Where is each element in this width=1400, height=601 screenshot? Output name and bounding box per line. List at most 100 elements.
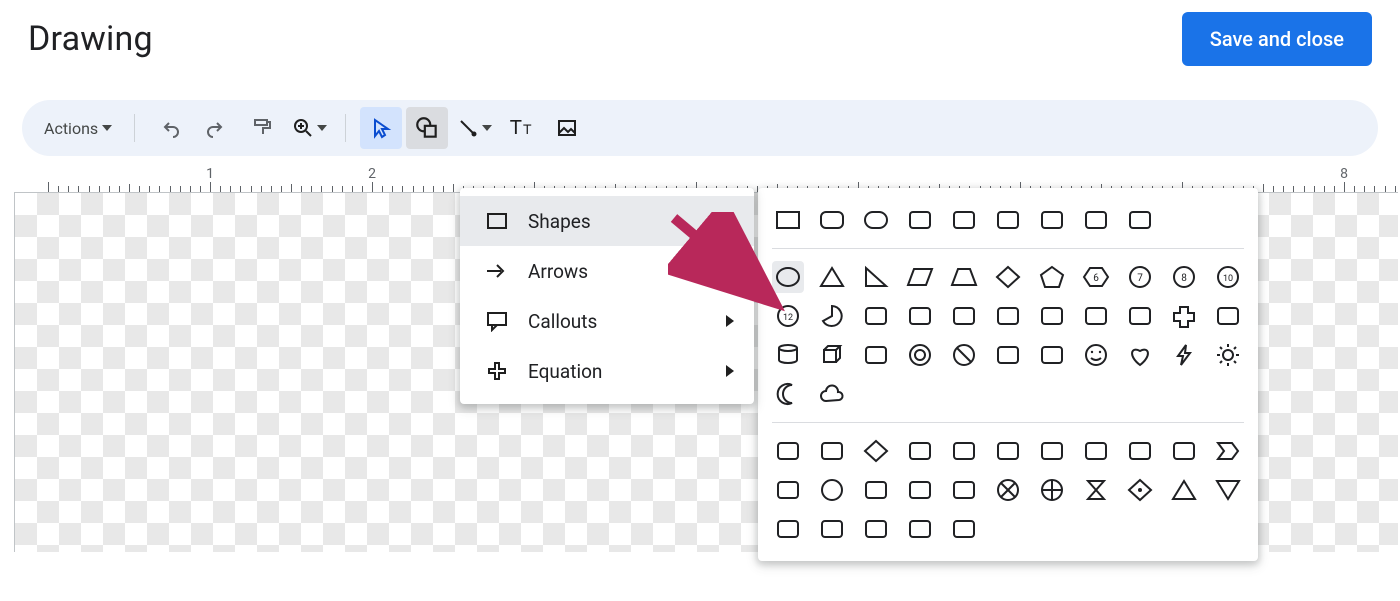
shape-cloud[interactable]: [816, 378, 848, 410]
shape-diamond[interactable]: [992, 261, 1024, 293]
shape-flow-drum[interactable]: [904, 474, 936, 506]
shape-frame[interactable]: [992, 300, 1024, 332]
shape-flow-plus[interactable]: [1036, 474, 1068, 506]
page-title: Drawing: [28, 19, 153, 59]
zoom-button[interactable]: [287, 107, 331, 149]
shape-flow-card[interactable]: [948, 435, 980, 467]
shape-octagon[interactable]: 8: [1168, 261, 1200, 293]
shape-folded-corner[interactable]: [1036, 339, 1068, 371]
shape-moon[interactable]: [772, 378, 804, 410]
shape-flow-q[interactable]: [860, 513, 892, 545]
shape-teardrop[interactable]: [904, 300, 936, 332]
shape-hexagon[interactable]: 6: [1080, 261, 1112, 293]
shape-bevel[interactable]: [860, 339, 892, 371]
shape-lightning[interactable]: [1168, 339, 1200, 371]
shape-slash[interactable]: [1124, 300, 1156, 332]
toolbar: Actions TT: [22, 100, 1378, 156]
shape-flow-wave[interactable]: [948, 474, 980, 506]
shape-flow-badge[interactable]: [860, 474, 892, 506]
save-and-close-button[interactable]: Save and close: [1182, 12, 1372, 66]
select-tool-button[interactable]: [360, 107, 402, 149]
shape-arc[interactable]: [860, 300, 892, 332]
shape-flow-disk[interactable]: [1168, 435, 1200, 467]
shape-rect[interactable]: [772, 204, 804, 236]
shape-pentagon[interactable]: [1036, 261, 1068, 293]
shape-lean[interactable]: [772, 474, 804, 506]
shape-snip-rect2[interactable]: [948, 204, 980, 236]
shape-round-rect3[interactable]: [992, 204, 1024, 236]
shape-tool-button[interactable]: [406, 107, 448, 149]
shape-triangle[interactable]: [816, 261, 848, 293]
shape-plaque[interactable]: [1212, 300, 1244, 332]
shape-dodecagon[interactable]: 12: [772, 300, 804, 332]
shape-parallelogram[interactable]: [904, 261, 936, 293]
redo-button[interactable]: [195, 107, 237, 149]
shape-flow-hourglass[interactable]: [1080, 474, 1112, 506]
shape-category-menu: Shapes Arrows Callouts Equation: [460, 188, 754, 404]
shape-sun[interactable]: [1212, 339, 1244, 371]
shape-leaf[interactable]: [1124, 204, 1156, 236]
shape-cylinder[interactable]: [772, 339, 804, 371]
undo-button[interactable]: [149, 107, 191, 149]
shape-heart[interactable]: [1124, 339, 1156, 371]
shape-teardrop2[interactable]: [948, 300, 980, 332]
shape-round-rect5[interactable]: [1080, 204, 1112, 236]
shape-flow-diamond[interactable]: [860, 435, 892, 467]
image-button[interactable]: [546, 107, 588, 149]
paint-format-button[interactable]: [241, 107, 283, 149]
shape-chevron[interactable]: [1212, 435, 1244, 467]
shape-flow-multi[interactable]: [992, 435, 1024, 467]
shape-flow-cyl[interactable]: [904, 513, 936, 545]
shape-round-rect4[interactable]: [1036, 204, 1068, 236]
svg-text:6: 6: [1093, 273, 1099, 284]
shape-flow-note2[interactable]: [1124, 435, 1156, 467]
shape-flow-rect[interactable]: [772, 435, 804, 467]
shape-flow-tape[interactable]: [1036, 435, 1068, 467]
shape-flow-cross[interactable]: [992, 474, 1024, 506]
caret-down-icon: [317, 125, 327, 131]
shape-flow-dot[interactable]: [1124, 474, 1156, 506]
menu-item-arrows[interactable]: Arrows: [460, 246, 754, 296]
shape-flow-round[interactable]: [816, 435, 848, 467]
menu-item-callouts[interactable]: Callouts: [460, 296, 754, 346]
menu-item-label: Arrows: [528, 260, 708, 283]
shape-snip-rect[interactable]: [904, 204, 936, 236]
shape-trapezoid[interactable]: [948, 261, 980, 293]
shape-flow-ellipse2[interactable]: [948, 513, 980, 545]
shape-l-bracket[interactable]: [1036, 300, 1068, 332]
shape-decagon[interactable]: 10: [1212, 261, 1244, 293]
shape-l-shape[interactable]: [1080, 300, 1112, 332]
shape-round-rect[interactable]: [816, 204, 848, 236]
rect-icon: [484, 210, 510, 232]
separator: [134, 114, 135, 142]
shape-flow-circle[interactable]: [816, 474, 848, 506]
menu-item-label: Equation: [528, 360, 708, 383]
menu-item-label: Shapes: [528, 210, 708, 233]
text-box-button[interactable]: TT: [500, 107, 542, 149]
shape-ellipse[interactable]: [772, 261, 804, 293]
caret-down-icon: [102, 125, 112, 131]
shape-cube[interactable]: [816, 339, 848, 371]
menu-item-shapes[interactable]: Shapes: [460, 196, 754, 246]
shape-flow-tri[interactable]: [1168, 474, 1200, 506]
shape-arc2[interactable]: [992, 339, 1024, 371]
shape-no[interactable]: [948, 339, 980, 371]
actions-menu[interactable]: Actions: [36, 113, 120, 144]
shape-flow-para[interactable]: [904, 435, 936, 467]
menu-item-equation[interactable]: Equation: [460, 346, 754, 396]
shape-donut[interactable]: [904, 339, 936, 371]
shape-pie[interactable]: [816, 300, 848, 332]
shape-smiley[interactable]: [1080, 339, 1112, 371]
svg-text:7: 7: [1137, 273, 1143, 284]
line-tool-button[interactable]: [452, 107, 496, 149]
shape-rt-triangle[interactable]: [860, 261, 892, 293]
shape-flow-tri2[interactable]: [1212, 474, 1244, 506]
shape-flow-c[interactable]: [772, 513, 804, 545]
shape-cross[interactable]: [1168, 300, 1200, 332]
arrow-icon: [484, 260, 510, 282]
svg-text:10: 10: [1223, 274, 1233, 284]
shape-heptagon[interactable]: 7: [1124, 261, 1156, 293]
shape-round-rect2[interactable]: [860, 204, 892, 236]
shape-flow-d[interactable]: [816, 513, 848, 545]
shape-flow-note[interactable]: [1080, 435, 1112, 467]
